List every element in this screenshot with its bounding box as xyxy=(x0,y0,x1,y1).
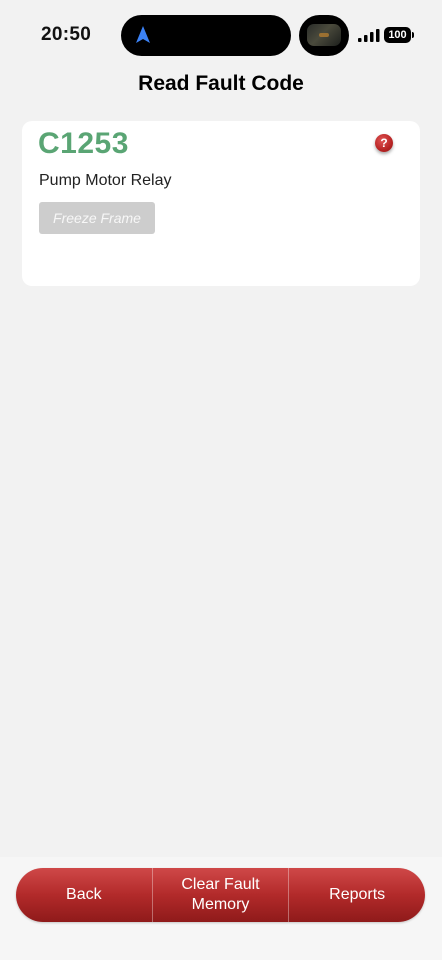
help-question-icon[interactable]: ? xyxy=(375,134,393,152)
fault-card: C1253 ? Pump Motor Relay Freeze Frame xyxy=(22,121,420,286)
status-bar: 20:50 100 xyxy=(0,0,442,70)
cellular-signal-icon xyxy=(358,29,380,42)
battery-tip xyxy=(412,32,414,38)
fault-code: C1253 xyxy=(38,127,129,160)
page-title: Read Fault Code xyxy=(138,72,304,95)
fault-description: Pump Motor Relay xyxy=(39,172,172,189)
reports-button[interactable]: Reports xyxy=(289,868,425,922)
dynamic-island xyxy=(121,15,291,56)
back-button[interactable]: Back xyxy=(16,868,152,922)
clear-fault-memory-button[interactable]: Clear Fault Memory xyxy=(153,868,289,922)
media-activity-pill xyxy=(299,15,349,56)
navigation-arrow-icon xyxy=(136,26,150,43)
bottom-toolbar: Back Clear Fault Memory Reports xyxy=(16,868,425,922)
freeze-frame-button[interactable]: Freeze Frame xyxy=(39,202,155,234)
media-thumbnail xyxy=(307,24,341,46)
status-time: 20:50 xyxy=(41,24,92,45)
battery-icon: 100 xyxy=(384,27,411,43)
